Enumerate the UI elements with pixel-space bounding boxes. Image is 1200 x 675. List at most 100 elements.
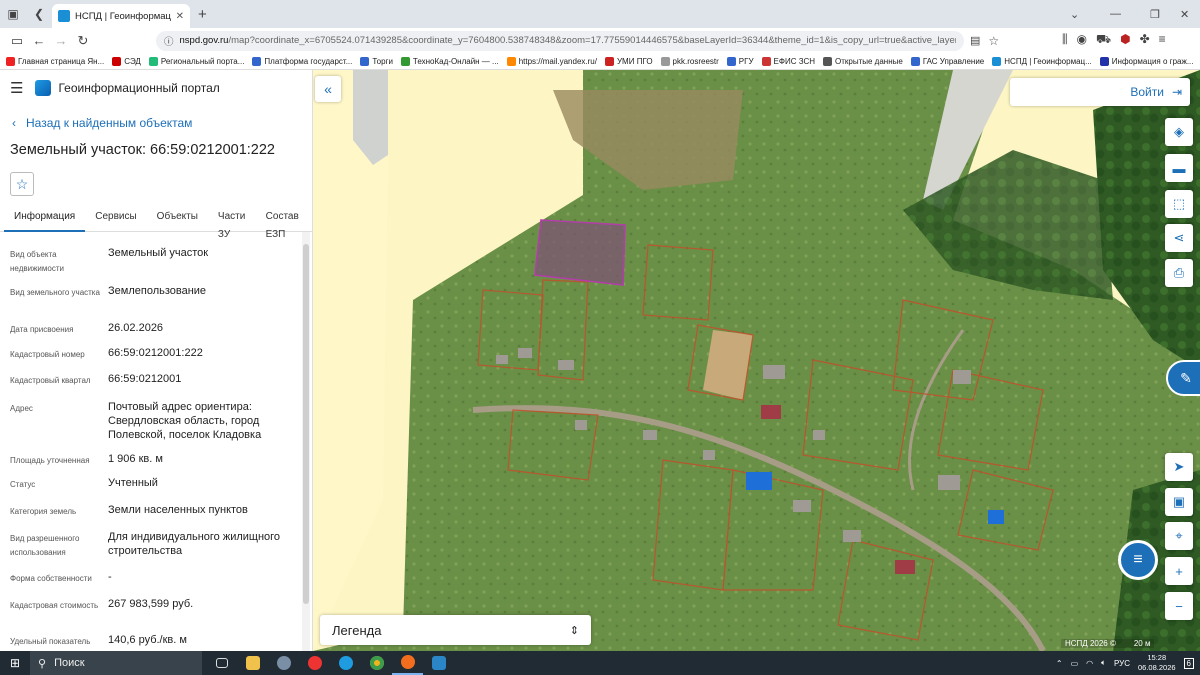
bookmark-label: ТехноКад-Онлайн — ...	[412, 56, 499, 66]
bookmark-item[interactable]: Открытые данные	[823, 56, 903, 66]
address-bar[interactable]: ⓘ nspd.gov.ru/map?coordinate_x=6705524.0…	[156, 30, 964, 51]
bookmark-item[interactable]: Информация о граж...	[1099, 56, 1194, 66]
notifications-icon[interactable]: 6	[1183, 657, 1194, 669]
login-button[interactable]: Войти ⇥	[1010, 78, 1190, 106]
tab-back-icon[interactable]: ❮	[26, 0, 52, 28]
close-window-button[interactable]: ✕	[1180, 0, 1189, 28]
firefox-icon[interactable]	[392, 651, 423, 675]
site-info-icon[interactable]: ⓘ	[164, 34, 174, 48]
bookmark-item[interactable]: УМИ ПГО	[604, 56, 653, 66]
extensions-icon[interactable]: ✤	[1140, 32, 1150, 48]
location-search-button[interactable]: ⌖	[1165, 522, 1193, 550]
tab-3[interactable]: Части ЗУ	[208, 208, 256, 240]
browser-extensions: ⫼ ◉ ⛟ ⬢ ✤ ≡	[1062, 32, 1166, 48]
file-explorer-icon[interactable]	[237, 651, 268, 675]
reader-view-icon[interactable]: ▤	[970, 34, 980, 47]
task-view-icon[interactable]	[206, 651, 237, 675]
chevron-left-icon: ‹	[12, 116, 16, 130]
chrome-icon[interactable]	[361, 651, 392, 675]
panel-scrollbar[interactable]	[302, 232, 310, 651]
menu-icon[interactable]: ☰	[10, 79, 23, 97]
bookmark-icon	[823, 56, 832, 66]
remote-app-icon[interactable]	[423, 651, 454, 675]
bookmark-item[interactable]: РГУ	[726, 56, 754, 66]
bookmark-icon	[726, 56, 736, 66]
bookmark-icon	[604, 56, 614, 66]
library-icon[interactable]: ⫼	[1062, 32, 1068, 48]
clock[interactable]: 15:28 06.08.2026	[1138, 653, 1176, 673]
bookmark-label: НСПД | Геоинформац...	[1004, 56, 1092, 66]
browser-toolbar: ▭ ← → ↻ ⓘ nspd.gov.ru/map?coordinate_x=6…	[0, 28, 1200, 53]
chevron-up-icon[interactable]: ⌃	[1056, 659, 1063, 668]
favorite-star-button[interactable]: ☆	[10, 172, 34, 196]
collapse-panel-button[interactable]: «	[315, 76, 341, 102]
tab-0[interactable]: Информация	[4, 208, 86, 232]
bookmark-item[interactable]: СЭД	[112, 56, 141, 66]
bookmark-item[interactable]: НСПД | Геоинформац...	[992, 56, 1092, 66]
yandex-browser-icon[interactable]	[299, 651, 330, 675]
tab-list-icon[interactable]: ▣	[0, 0, 26, 28]
bookmark-item[interactable]: Торги	[360, 56, 393, 66]
chat-lines-icon: ≡	[1133, 551, 1143, 568]
bookmark-item[interactable]: Главная страница Ян...	[6, 56, 105, 66]
browser-tab-bar: ▣ ❮ НСПД | Геоинформационный ✕ + ⌄ — ❐ ✕	[0, 0, 1200, 28]
locate-button[interactable]: ➤	[1165, 453, 1193, 481]
bookmark-icon	[252, 56, 262, 66]
volume-icon[interactable]: 🔈︎	[1101, 658, 1106, 668]
network-icon[interactable]: ▭	[1071, 659, 1079, 668]
minimize-button[interactable]: —	[1110, 0, 1121, 28]
bookmark-item[interactable]: https://mail.yandex.ru/	[506, 56, 597, 66]
bookmark-item[interactable]: ТехноКад-Онлайн — ...	[400, 56, 499, 66]
back-to-results-link[interactable]: ‹ Назад к найденным объектам	[12, 116, 312, 130]
shield-icon[interactable]: ⬢	[1120, 32, 1130, 48]
attribute-value: Земельный участок	[108, 247, 209, 259]
bookmark-item[interactable]: ЕФИС ЗСН	[761, 56, 815, 66]
bookmark-label: Платформа государст...	[264, 56, 353, 66]
bookmark-star-icon[interactable]: ☆	[988, 34, 999, 48]
tab-dropdown-icon[interactable]: ⌄	[1070, 0, 1079, 28]
browser-tab[interactable]: НСПД | Геоинформационный ✕	[52, 4, 190, 28]
account-icon[interactable]: ◉	[1077, 32, 1087, 48]
windows-start-icon[interactable]: ⊞	[0, 656, 30, 670]
bookmark-item[interactable]: Платформа государст...	[252, 56, 353, 66]
map-view[interactable]: « Войти ⇥ ◈ ▬ ⬚ ⋖ ⎙ ✎ ➤ ▣ ⌖ + − ≡ Легенд…	[313, 70, 1200, 651]
zoom-in-button[interactable]: +	[1165, 557, 1193, 585]
back-arrow-icon[interactable]: ←	[28, 33, 50, 48]
tab-2[interactable]: Объекты	[147, 208, 208, 232]
layers-button[interactable]: ◈	[1165, 118, 1193, 146]
bookmark-label: Главная страница Ян...	[18, 56, 105, 66]
assistant-tab-button[interactable]: ✎	[1166, 360, 1200, 396]
reload-icon[interactable]: ↻	[72, 33, 94, 49]
print-button[interactable]: ⎙	[1165, 259, 1193, 287]
bookmark-item[interactable]: Региональный порта...	[148, 56, 244, 66]
wifi-icon[interactable]: ◠	[1086, 659, 1093, 668]
tab-title: НСПД | Геоинформационный	[75, 10, 171, 22]
select-area-button[interactable]: ⬚	[1165, 190, 1193, 218]
language-indicator[interactable]: РУС	[1114, 659, 1130, 668]
attribute-label: Статус	[10, 480, 36, 489]
forward-arrow-icon[interactable]: →	[50, 33, 72, 48]
share-button[interactable]: ⋖	[1165, 224, 1193, 252]
zoom-out-button[interactable]: −	[1165, 592, 1193, 620]
sidebar-toggle-icon[interactable]: ▭	[6, 33, 28, 49]
new-tab-button[interactable]: +	[198, 6, 207, 23]
plus-icon: +	[1175, 563, 1183, 579]
menu-icon[interactable]: ≡	[1159, 32, 1166, 48]
tab-1[interactable]: Сервисы	[85, 208, 146, 232]
bookmark-item[interactable]: pkk.rosreestr	[660, 56, 719, 66]
taskbar-search[interactable]: ⚲ Поиск	[30, 651, 202, 675]
attribute-label: Площадь уточненная	[10, 456, 90, 465]
chat-button[interactable]: ≡	[1118, 540, 1158, 580]
bookmark-item[interactable]: ГАС Управление	[910, 56, 984, 66]
close-tab-icon[interactable]: ✕	[176, 11, 184, 22]
legend-dropdown[interactable]: Легенда ⇕	[320, 615, 591, 645]
tab-4[interactable]: Состав ЕЗП	[256, 208, 312, 240]
cart-icon[interactable]: ⛟	[1096, 32, 1111, 48]
legend-label: Легенда	[332, 622, 382, 638]
basemap-button[interactable]: ▣	[1165, 488, 1193, 516]
maximize-button[interactable]: ❐	[1150, 0, 1160, 28]
search-icon: ⚲	[38, 657, 47, 670]
app-icon[interactable]	[268, 651, 299, 675]
edge-icon[interactable]	[330, 651, 361, 675]
measure-button[interactable]: ▬	[1165, 154, 1193, 182]
